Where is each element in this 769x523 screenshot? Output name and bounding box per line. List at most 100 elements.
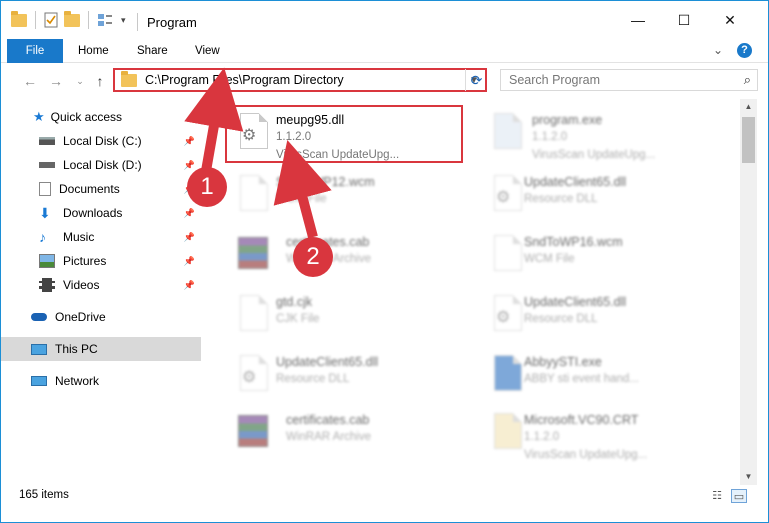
window-title: Program <box>147 15 197 30</box>
file-type: Resource DLL <box>524 313 598 325</box>
file-item[interactable]: AbbyySTI.exe ABBY sti event hand... <box>480 347 720 401</box>
help-icon[interactable]: ? <box>737 43 752 58</box>
file-type: WinRAR Archive <box>286 431 371 443</box>
refresh-button[interactable]: ⟳ <box>465 69 487 91</box>
sidebar-item-network[interactable]: Network <box>1 369 201 393</box>
status-bar: 165 items ☷ ▭ <box>1 487 768 507</box>
file-type: CJK File <box>276 313 320 325</box>
file-item[interactable]: Microsoft.VC90.CRT 1.1.2.0 VirusScan Upd… <box>480 405 720 461</box>
vertical-scrollbar[interactable]: ▲ ▼ <box>740 99 757 485</box>
exe-file-icon <box>494 355 522 391</box>
new-folder-icon[interactable] <box>64 10 80 27</box>
up-button[interactable]: ↑ <box>91 72 109 90</box>
sidebar-item-music[interactable]: ♪ Music 📌 <box>1 225 201 249</box>
file-item[interactable]: SndToWP16.wcm WCM File <box>480 227 720 281</box>
sidebar-item-label: Quick access <box>50 110 123 124</box>
tab-share[interactable]: Share <box>123 39 182 63</box>
archive-icon <box>238 415 268 447</box>
file-item[interactable]: program.exe 1.1.2.0 VirusScan UpdateUpg.… <box>480 105 720 161</box>
ribbon-tabs: File Home Share View ⌄ ? <box>1 39 768 63</box>
file-version: 1.1.2.0 <box>532 131 568 143</box>
sidebar-item-quick-access[interactable]: ★ Quick access <box>1 105 201 129</box>
sidebar-item-local-disk-d[interactable]: Local Disk (D:) 📌 <box>1 153 201 177</box>
pin-icon: 📌 <box>183 279 195 290</box>
file-item[interactable]: ⚙ UpdateClient65.dll Resource DLL <box>480 287 720 341</box>
sidebar-item-label: Network <box>55 374 100 388</box>
pin-icon: 📌 <box>183 207 195 218</box>
file-list: ⚙ meupg95.dll 1.1.2.0 VirusScan UpdateUp… <box>202 99 740 485</box>
pin-icon: 📌 <box>183 135 195 146</box>
navigation-pane: ★ Quick access Local Disk (C:) 📌 Local D… <box>1 99 201 485</box>
sidebar-item-local-disk-c[interactable]: Local Disk (C:) 📌 <box>1 129 201 153</box>
tab-view[interactable]: View <box>181 39 234 63</box>
file-item[interactable]: gtd.cjk CJK File <box>226 287 466 341</box>
properties-icon[interactable] <box>44 12 58 28</box>
scrollbar-thumb[interactable] <box>742 117 755 163</box>
file-name: AbbyySTI.exe <box>524 355 602 369</box>
search-icon: ⌕ <box>743 72 751 87</box>
scroll-down-icon[interactable]: ▼ <box>740 469 757 485</box>
downloads-icon: ⬇ <box>39 205 51 221</box>
file-name: UpdateClient65.dll <box>524 175 627 189</box>
search-box[interactable]: ⌕ <box>500 69 758 91</box>
customize-icon[interactable] <box>97 13 115 27</box>
file-type: Resource DLL <box>524 193 598 205</box>
file-item[interactable]: ⚙ UpdateClient65.dll Resource DLL <box>226 347 466 401</box>
sidebar-item-label: Local Disk (C:) <box>63 134 142 148</box>
details-view-icon[interactable]: ☷ <box>709 489 725 503</box>
onedrive-icon <box>31 313 47 321</box>
drive-icon <box>39 137 55 145</box>
qat-dropdown-icon[interactable]: ▾ <box>121 15 126 26</box>
file-item[interactable]: ⚙ UpdateClient65.dll Resource DLL <box>480 167 720 221</box>
file-item[interactable]: certificates.cab WinRAR Archive <box>226 227 466 281</box>
explorer-window: ▾ Program — ☐ ✕ File Home Share View ⌄ ?… <box>0 0 769 523</box>
highlight-box <box>225 105 463 163</box>
sidebar-item-pictures[interactable]: Pictures 📌 <box>1 249 201 273</box>
pin-icon: 📌 <box>183 255 195 266</box>
tab-file[interactable]: File <box>7 39 63 63</box>
large-icons-view-icon[interactable]: ▭ <box>731 489 747 503</box>
file-name: program.exe <box>532 113 603 127</box>
sidebar-item-this-pc[interactable]: This PC <box>1 337 201 361</box>
forward-button[interactable]: → <box>47 72 65 90</box>
search-input[interactable] <box>509 73 729 87</box>
sidebar-item-label: Music <box>63 230 95 244</box>
file-description: ABBY sti event hand... <box>524 373 639 385</box>
file-name: Microsoft.VC90.CRT <box>524 413 639 427</box>
sidebar-item-documents[interactable]: Documents 📌 <box>1 177 201 201</box>
file-description: VirusScan UpdateUpg... <box>524 449 648 461</box>
item-count: 165 items <box>19 489 69 501</box>
exe-file-icon <box>494 113 522 149</box>
file-icon <box>240 175 268 211</box>
scroll-up-icon[interactable]: ▲ <box>740 99 757 115</box>
sidebar-item-label: Downloads <box>63 206 123 220</box>
address-bar[interactable]: C:\Program Files\Program Directory ▼ <box>113 68 487 92</box>
sidebar-item-label: Documents <box>59 182 120 196</box>
file-item[interactable]: SndToWP12.wcm WCM File <box>226 167 466 221</box>
back-button[interactable]: ← <box>21 72 39 90</box>
close-button[interactable]: ✕ <box>707 1 753 39</box>
sidebar-item-label: Pictures <box>63 254 107 268</box>
file-icon <box>494 413 522 449</box>
file-type: WCM File <box>524 253 575 265</box>
address-path: C:\Program Files\Program Directory <box>145 73 344 87</box>
sidebar-item-onedrive[interactable]: OneDrive <box>1 305 201 329</box>
recent-locations-button[interactable]: ⌄ <box>71 72 89 90</box>
maximize-button[interactable]: ☐ <box>661 1 707 39</box>
pc-icon <box>31 343 47 355</box>
folder-icon <box>11 10 27 27</box>
title-bar: ▾ Program — ☐ ✕ <box>1 1 768 39</box>
expand-ribbon-icon[interactable]: ⌄ <box>713 43 723 57</box>
sidebar-item-downloads[interactable]: ⬇ Downloads 📌 <box>1 201 201 225</box>
star-icon: ★ <box>33 109 45 124</box>
sidebar-item-videos[interactable]: Videos 📌 <box>1 273 201 297</box>
file-icon <box>240 295 268 331</box>
minimize-button[interactable]: — <box>615 1 661 39</box>
sidebar-item-label: Videos <box>63 278 100 292</box>
file-description: VirusScan UpdateUpg... <box>532 149 656 161</box>
tab-home[interactable]: Home <box>64 39 123 63</box>
gear-icon: ⚙ <box>496 189 511 206</box>
file-name: UpdateClient65.dll <box>524 295 627 309</box>
address-row: ← → ⌄ ↑ C:\Program Files\Program Directo… <box>1 64 768 98</box>
file-item[interactable]: certificates.cab WinRAR Archive <box>226 405 466 459</box>
